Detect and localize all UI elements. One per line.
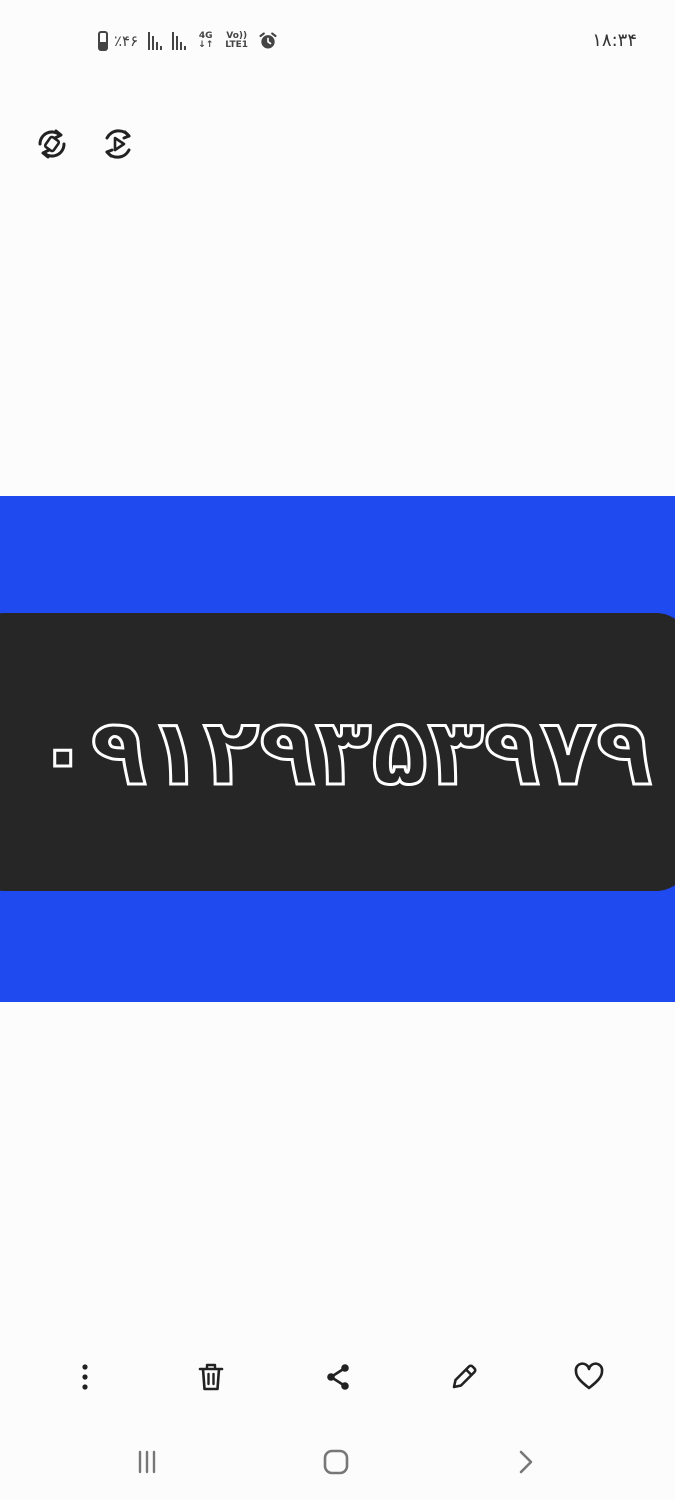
rotate-button[interactable]: [32, 124, 72, 164]
more-options-button[interactable]: [63, 1355, 107, 1399]
recent-apps-icon: [138, 1450, 156, 1474]
recent-apps-button[interactable]: [127, 1442, 167, 1482]
share-button[interactable]: [316, 1355, 360, 1399]
phone-number-text: ۰۹۱۲۹۳۵۳۹۷۹: [33, 697, 653, 807]
status-indicators: ٪۴۶ 4G ↓↑ Vo)) LTE1: [98, 28, 278, 54]
motion-photo-icon: [105, 129, 131, 159]
lte-label: LTE1: [225, 40, 249, 50]
home-button[interactable]: [316, 1442, 356, 1482]
back-button[interactable]: [505, 1442, 545, 1482]
action-bar: [0, 1345, 675, 1407]
motion-photo-button[interactable]: [98, 124, 138, 164]
system-navigation-bar: [0, 1430, 675, 1494]
more-options-icon: [82, 1364, 88, 1390]
photo-viewer-image[interactable]: ۰۹۱۲۹۳۵۳۹۷۹: [0, 496, 675, 1002]
trash-icon: [198, 1363, 224, 1391]
battery-level: ٪۴۶: [114, 32, 139, 50]
volte-indicator: Vo)) LTE1: [225, 32, 248, 50]
alarm-icon: [259, 32, 277, 49]
edit-icon: [452, 1364, 477, 1389]
delete-button[interactable]: [189, 1355, 233, 1399]
share-icon: [327, 1364, 349, 1390]
signal-strength-icon-2: [172, 32, 187, 50]
home-icon: [323, 1449, 349, 1475]
clock: ۱۸:۳۴: [592, 30, 637, 51]
favorite-button[interactable]: [567, 1355, 611, 1399]
signal-strength-icon-1: [148, 32, 163, 50]
battery-icon: [98, 31, 108, 51]
network-type: 4G ↓↑: [198, 32, 213, 50]
favorite-heart-icon: [574, 1362, 604, 1390]
status-bar: ٪۴۶ 4G ↓↑ Vo)) LTE1 ۱۸:۳۴: [0, 0, 675, 80]
data-activity-icon: ↓↑: [198, 40, 214, 50]
back-icon: [519, 1450, 533, 1474]
edit-button[interactable]: [442, 1355, 486, 1399]
rotate-icon: [38, 129, 66, 159]
